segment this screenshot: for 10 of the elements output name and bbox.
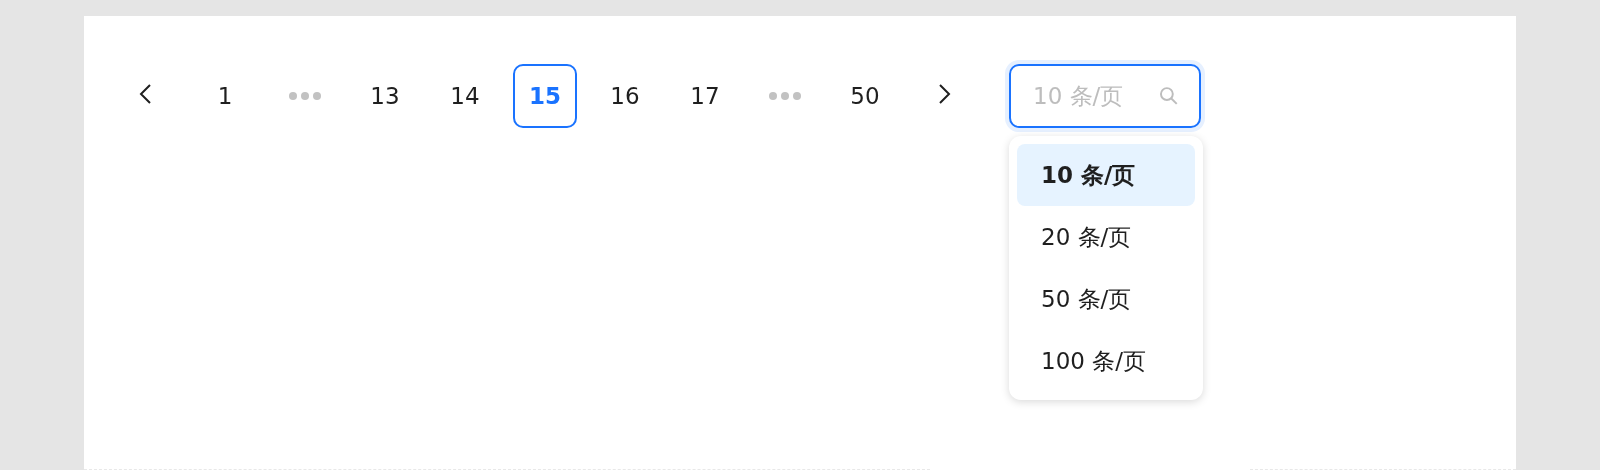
dropdown-option[interactable]: 10 条/页 xyxy=(1017,144,1195,206)
dropdown-option[interactable]: 20 条/页 xyxy=(1017,206,1195,268)
chevron-left-icon xyxy=(138,83,152,105)
dropdown-option[interactable]: 50 条/页 xyxy=(1017,268,1195,330)
page-button[interactable]: 15 xyxy=(513,64,577,128)
ellipsis-icon[interactable] xyxy=(289,92,321,100)
chevron-right-icon xyxy=(938,83,952,105)
dropdown-option[interactable]: 100 条/页 xyxy=(1017,330,1195,392)
search-icon xyxy=(1159,86,1179,106)
ellipsis-icon[interactable] xyxy=(769,92,801,100)
